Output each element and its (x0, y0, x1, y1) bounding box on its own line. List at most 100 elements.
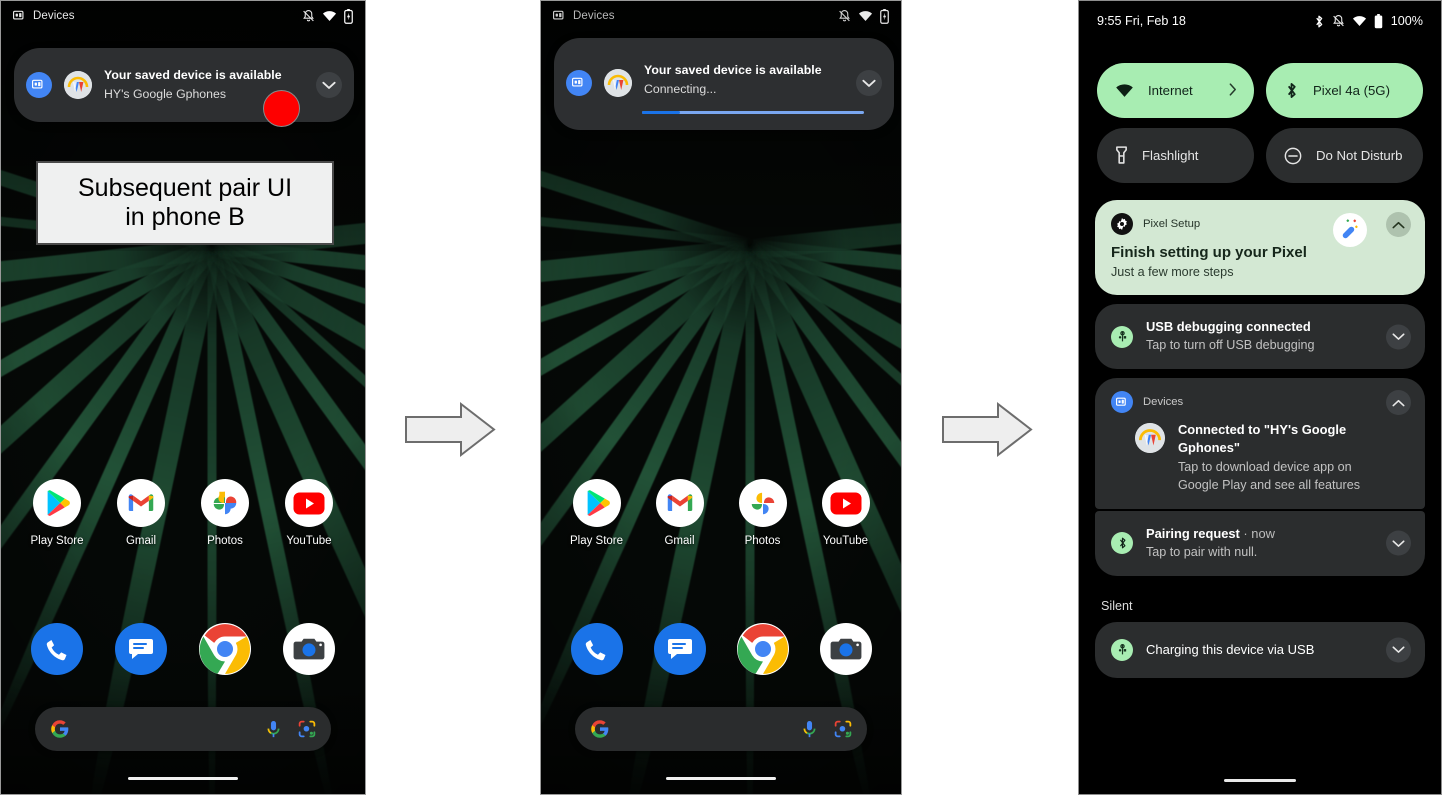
dock-icon-messages[interactable] (106, 623, 176, 675)
app-icon-photos[interactable]: Photos (728, 479, 798, 547)
notification-subtitle: Just a few more steps (1111, 265, 1234, 279)
google-photos-icon (201, 479, 249, 527)
pixel-setup-icon (1111, 213, 1133, 235)
notification-app-name: Pixel Setup (1143, 218, 1201, 230)
heads-up-notification[interactable]: Your saved device is available HY's Goog… (14, 48, 354, 122)
heads-up-notification[interactable]: Your saved device is available Connectin… (554, 38, 894, 130)
google-g-icon (590, 719, 610, 739)
messages-icon (653, 623, 706, 675)
notification-pixel-setup[interactable]: Pixel Setup Finish setting up your Pixel… (1095, 200, 1425, 295)
status-app-label: Devices (573, 10, 615, 22)
notification-list: Pixel Setup Finish setting up your Pixel… (1095, 200, 1425, 687)
app-icon-youtube[interactable]: YouTube (811, 479, 881, 547)
qs-tile-label: Pixel 4a (5G) (1313, 83, 1390, 98)
usb-icon (1111, 325, 1133, 348)
figure-canvas: Devices Your saved device is available H… (0, 0, 1442, 795)
do-not-disturb-icon (1284, 147, 1302, 165)
camera-icon (283, 623, 335, 675)
notification-devices[interactable]: Devices Connected to "HY's Google Gphone… (1095, 378, 1425, 509)
messages-icon (115, 623, 167, 675)
battery-icon (880, 8, 889, 24)
device-avatar-icon (604, 69, 632, 97)
notification-title: USB debugging connected (1146, 319, 1311, 334)
chevron-up-icon[interactable] (1386, 212, 1411, 237)
notification-title: Finish setting up your Pixel (1111, 244, 1307, 261)
app-label: YouTube (286, 535, 332, 547)
wifi-icon (322, 10, 337, 22)
device-avatar-icon (1135, 423, 1165, 454)
google-search-bar[interactable] (35, 707, 331, 751)
notification-pairing-request[interactable]: Pairing request · now Tap to pair with n… (1095, 510, 1425, 576)
gesture-nav-bar[interactable] (666, 776, 776, 780)
notification-title: Pairing request (1146, 525, 1240, 541)
notification-charging[interactable]: Charging this device via USB (1095, 621, 1425, 678)
devices-icon (553, 10, 567, 22)
notification-time: · now (1239, 525, 1275, 541)
google-search-bar[interactable] (575, 707, 867, 751)
qs-tile-internet[interactable]: Internet (1097, 63, 1254, 118)
qs-tile-do-not-disturb[interactable]: Do Not Disturb (1266, 128, 1423, 183)
phone-icon (570, 623, 623, 675)
chevron-down-icon[interactable] (316, 72, 342, 98)
play-store-icon (572, 479, 621, 527)
chevron-right-icon[interactable] (1229, 82, 1237, 99)
phone-c-screenshot: 9:55 Fri, Feb 18 100% Internet Pixel 4a … (1078, 0, 1442, 795)
app-label: Gmail (664, 535, 695, 547)
device-avatar-icon (64, 71, 92, 99)
google-photos-icon (738, 479, 787, 527)
wifi-icon (1115, 83, 1134, 98)
notifications-off-icon (302, 9, 315, 23)
devices-icon (1111, 391, 1133, 414)
home-app-row: Play Store Gmail Photos YouTube (541, 479, 901, 547)
dock-icon-messages[interactable] (645, 623, 715, 675)
app-icon-play-store[interactable]: Play Store (562, 479, 632, 547)
battery-icon (344, 8, 353, 24)
dock-icon-chrome[interactable] (728, 623, 798, 675)
qs-tile-flashlight[interactable]: Flashlight (1097, 128, 1254, 183)
app-icon-gmail[interactable]: Gmail (645, 479, 715, 547)
app-icon-youtube[interactable]: YouTube (274, 479, 344, 547)
notification-title: Charging this device via USB (1146, 642, 1315, 658)
gmail-icon (655, 479, 704, 527)
youtube-icon (285, 479, 333, 527)
app-label: Photos (207, 535, 243, 547)
phone-icon (31, 623, 83, 675)
app-icon-play-store[interactable]: Play Store (22, 479, 92, 547)
google-lens-icon[interactable] (834, 720, 852, 738)
notification-title: Your saved device is available (644, 63, 822, 77)
app-icon-photos[interactable]: Photos (190, 479, 260, 547)
chevron-up-icon[interactable] (1386, 390, 1411, 416)
chevron-down-icon[interactable] (1386, 324, 1411, 350)
chevron-down-icon[interactable] (856, 70, 882, 96)
app-icon-gmail[interactable]: Gmail (106, 479, 176, 547)
app-label: Play Store (30, 535, 84, 547)
chevron-down-icon[interactable] (1386, 637, 1411, 663)
qs-tile-bluetooth[interactable]: Pixel 4a (5G) (1266, 63, 1423, 118)
google-g-icon (50, 719, 70, 739)
google-lens-icon[interactable] (298, 720, 316, 738)
microphone-icon[interactable] (801, 720, 818, 739)
magic-wand-icon (1333, 213, 1367, 247)
chevron-down-icon[interactable] (1386, 530, 1411, 556)
gesture-nav-bar[interactable] (128, 776, 238, 780)
flow-arrow-2 (941, 401, 1033, 463)
notification-usb-debugging[interactable]: USB debugging connected Tap to turn off … (1095, 304, 1425, 370)
microphone-icon[interactable] (265, 720, 282, 739)
bluetooth-icon (1111, 532, 1133, 555)
youtube-icon (821, 479, 870, 527)
chrome-icon (736, 623, 789, 675)
app-label: Play Store (569, 535, 624, 547)
gmail-icon (117, 479, 165, 527)
callout-line-1: Subsequent pair UI (77, 173, 293, 202)
app-label: YouTube (822, 535, 869, 547)
gesture-nav-bar[interactable] (1224, 778, 1296, 782)
camera-icon (819, 623, 872, 675)
dock-icon-phone[interactable] (562, 623, 632, 675)
dock-row (541, 623, 901, 675)
notification-subtitle: Connecting... (644, 81, 717, 96)
dock-icon-camera[interactable] (811, 623, 881, 675)
dock-icon-phone[interactable] (22, 623, 92, 675)
home-app-row: Play Store Gmail Photos YouTube (1, 479, 365, 547)
dock-icon-chrome[interactable] (190, 623, 260, 675)
dock-icon-camera[interactable] (274, 623, 344, 675)
